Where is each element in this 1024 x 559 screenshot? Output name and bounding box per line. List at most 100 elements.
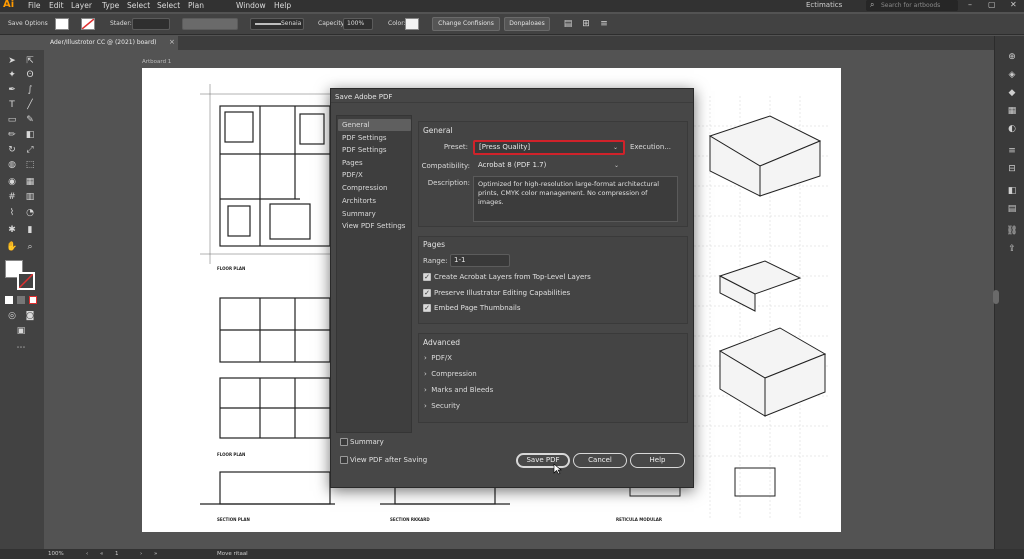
hand-tool-icon[interactable]: ✋: [6, 241, 18, 253]
asset-export-icon[interactable]: ⇪: [1006, 243, 1018, 255]
sidebar-item-architorts[interactable]: Architorts: [342, 197, 376, 205]
close-tab-icon[interactable]: ×: [169, 38, 175, 46]
artboards-icon[interactable]: ▤: [1006, 203, 1018, 215]
edit-toolbar-icon[interactable]: ⋯: [15, 342, 27, 354]
variable-width-dropdown[interactable]: [182, 18, 238, 30]
menu-layer[interactable]: Layer: [71, 1, 92, 10]
align-icon[interactable]: ▤: [562, 18, 574, 30]
stroke-weight-dropdown[interactable]: [132, 18, 170, 30]
minimize-icon[interactable]: –: [968, 0, 972, 9]
compatibility-dropdown[interactable]: Acrobat 8 (PDF 1.7) ⌄: [473, 159, 625, 172]
eyedropper-tool-icon[interactable]: ⌇: [6, 207, 18, 219]
save-options-label[interactable]: Save Options: [8, 20, 48, 27]
draw-mode-icon[interactable]: ◎: [6, 310, 18, 322]
lasso-tool-icon[interactable]: ʘ: [24, 69, 36, 81]
zoom-tool-icon[interactable]: ⌕: [24, 241, 36, 253]
create-layers-checkbox[interactable]: ✓: [423, 273, 431, 281]
mesh-tool-icon[interactable]: #: [6, 191, 18, 203]
zoom-level[interactable]: 100%: [48, 551, 64, 557]
selection-tool-icon[interactable]: ➤: [6, 55, 18, 67]
sidebar-item-view-pdf-settings[interactable]: View PDF Settings: [342, 222, 405, 230]
sidebar-item-pdf-settings-2[interactable]: PDF Settings: [342, 146, 387, 154]
none-mode-icon[interactable]: [29, 296, 37, 304]
symbol-sprayer-tool-icon[interactable]: ✱: [6, 224, 18, 236]
menu-type[interactable]: Type: [102, 1, 119, 10]
magic-wand-tool-icon[interactable]: ✦: [6, 69, 18, 81]
direct-selection-tool-icon[interactable]: ⇱: [24, 55, 36, 67]
menu-file[interactable]: File: [28, 1, 41, 10]
rectangle-tool-icon[interactable]: ▭: [6, 114, 18, 126]
menu-help[interactable]: Help: [274, 1, 291, 10]
last-page-icon[interactable]: »: [154, 551, 157, 557]
stroke-color-box[interactable]: [17, 272, 35, 290]
links-icon[interactable]: ⛓: [1006, 225, 1018, 237]
color-swatch[interactable]: [405, 18, 419, 30]
paintbrush-tool-icon[interactable]: ✎: [24, 114, 36, 126]
screen-mode-icon[interactable]: ▣: [15, 325, 27, 337]
sidebar-item-pdfx[interactable]: PDF/X: [342, 171, 363, 179]
preserve-editing-checkbox[interactable]: ✓: [423, 289, 431, 297]
summary-checkbox[interactable]: [340, 438, 348, 446]
appearance-icon[interactable]: ◧: [1006, 185, 1018, 197]
perspective-grid-tool-icon[interactable]: ▦: [24, 176, 36, 188]
expander-security[interactable]: › Security: [424, 402, 460, 410]
more-options-icon[interactable]: ≡: [598, 18, 610, 30]
rotate-tool-icon[interactable]: ↻: [6, 144, 18, 156]
line-tool-icon[interactable]: ╱: [24, 99, 36, 111]
free-transform-tool-icon[interactable]: ⬚: [24, 159, 36, 171]
sidebar-item-general[interactable]: General: [342, 121, 370, 129]
sidebar-item-pages[interactable]: Pages: [342, 159, 363, 167]
warp-tool-icon[interactable]: ◍: [6, 159, 18, 171]
align-panel-icon[interactable]: ≡: [1006, 145, 1018, 157]
close-window-icon[interactable]: ✕: [1010, 0, 1017, 9]
libraries-icon[interactable]: ◈: [1006, 69, 1018, 81]
change-button[interactable]: Change Confisions: [432, 17, 500, 31]
download-button[interactable]: Donpaloaes: [504, 17, 550, 31]
properties-icon[interactable]: ⊕: [1006, 51, 1018, 63]
sidebar-item-summary[interactable]: Summary: [342, 210, 376, 218]
eraser-tool-icon[interactable]: ◧: [24, 129, 36, 141]
execution-link[interactable]: Execution...: [630, 143, 671, 151]
next-page-icon[interactable]: ›: [140, 551, 142, 557]
menu-select-2[interactable]: Select: [157, 1, 180, 10]
gradient-mode-icon[interactable]: [17, 296, 25, 304]
range-input[interactable]: 1-1: [450, 254, 510, 267]
gradient-tool-icon[interactable]: ▥: [24, 191, 36, 203]
stroke-swatch[interactable]: [81, 18, 95, 30]
prev-page-icon[interactable]: ‹: [86, 551, 88, 557]
graph-tool-icon[interactable]: ▮: [24, 224, 36, 236]
pathfinder-icon[interactable]: ⊟: [1006, 163, 1018, 175]
scale-tool-icon[interactable]: ⤢: [24, 144, 36, 156]
expander-pdfx[interactable]: › PDF/X: [424, 354, 452, 362]
color-mode-icon[interactable]: [5, 296, 13, 304]
menu-plan[interactable]: Plan: [188, 1, 204, 10]
page-number[interactable]: 1: [115, 551, 119, 557]
workspace-switcher[interactable]: Ectimatics: [806, 1, 842, 9]
fill-swatch[interactable]: [55, 18, 69, 30]
shape-builder-tool-icon[interactable]: ◉: [6, 176, 18, 188]
expander-compression[interactable]: › Compression: [424, 370, 477, 378]
curvature-tool-icon[interactable]: ∫: [24, 84, 36, 96]
swatches-icon[interactable]: ▦: [1006, 105, 1018, 117]
blend-tool-icon[interactable]: ◔: [24, 207, 36, 219]
shaper-tool-icon[interactable]: ✏: [6, 129, 18, 141]
embed-thumbnails-checkbox[interactable]: ✓: [423, 304, 431, 312]
pen-tool-icon[interactable]: ✒: [6, 84, 18, 96]
brushes-icon[interactable]: ◐: [1006, 123, 1018, 135]
maximize-icon[interactable]: ▢: [988, 0, 996, 9]
sidebar-item-pdf-settings[interactable]: PDF Settings: [342, 134, 387, 142]
view-pdf-checkbox[interactable]: [340, 456, 348, 464]
expander-marks-bleeds[interactable]: › Marks and Bleeds: [424, 386, 493, 394]
menu-window[interactable]: Window: [236, 1, 266, 10]
cancel-button[interactable]: Cancel: [573, 453, 627, 468]
sidebar-item-compression[interactable]: Compression: [342, 184, 387, 192]
layers-icon[interactable]: ◆: [1006, 87, 1018, 99]
vertical-scrollbar-thumb[interactable]: [993, 290, 999, 304]
draw-inside-icon[interactable]: ◙: [24, 310, 36, 322]
help-button[interactable]: Help: [630, 453, 685, 468]
menu-edit[interactable]: Edit: [49, 1, 64, 10]
preset-dropdown[interactable]: [Press Quality] ⌄: [473, 140, 625, 155]
transform-icon[interactable]: ⊞: [580, 18, 592, 30]
menu-select[interactable]: Select: [127, 1, 150, 10]
first-page-icon[interactable]: «: [100, 551, 103, 557]
